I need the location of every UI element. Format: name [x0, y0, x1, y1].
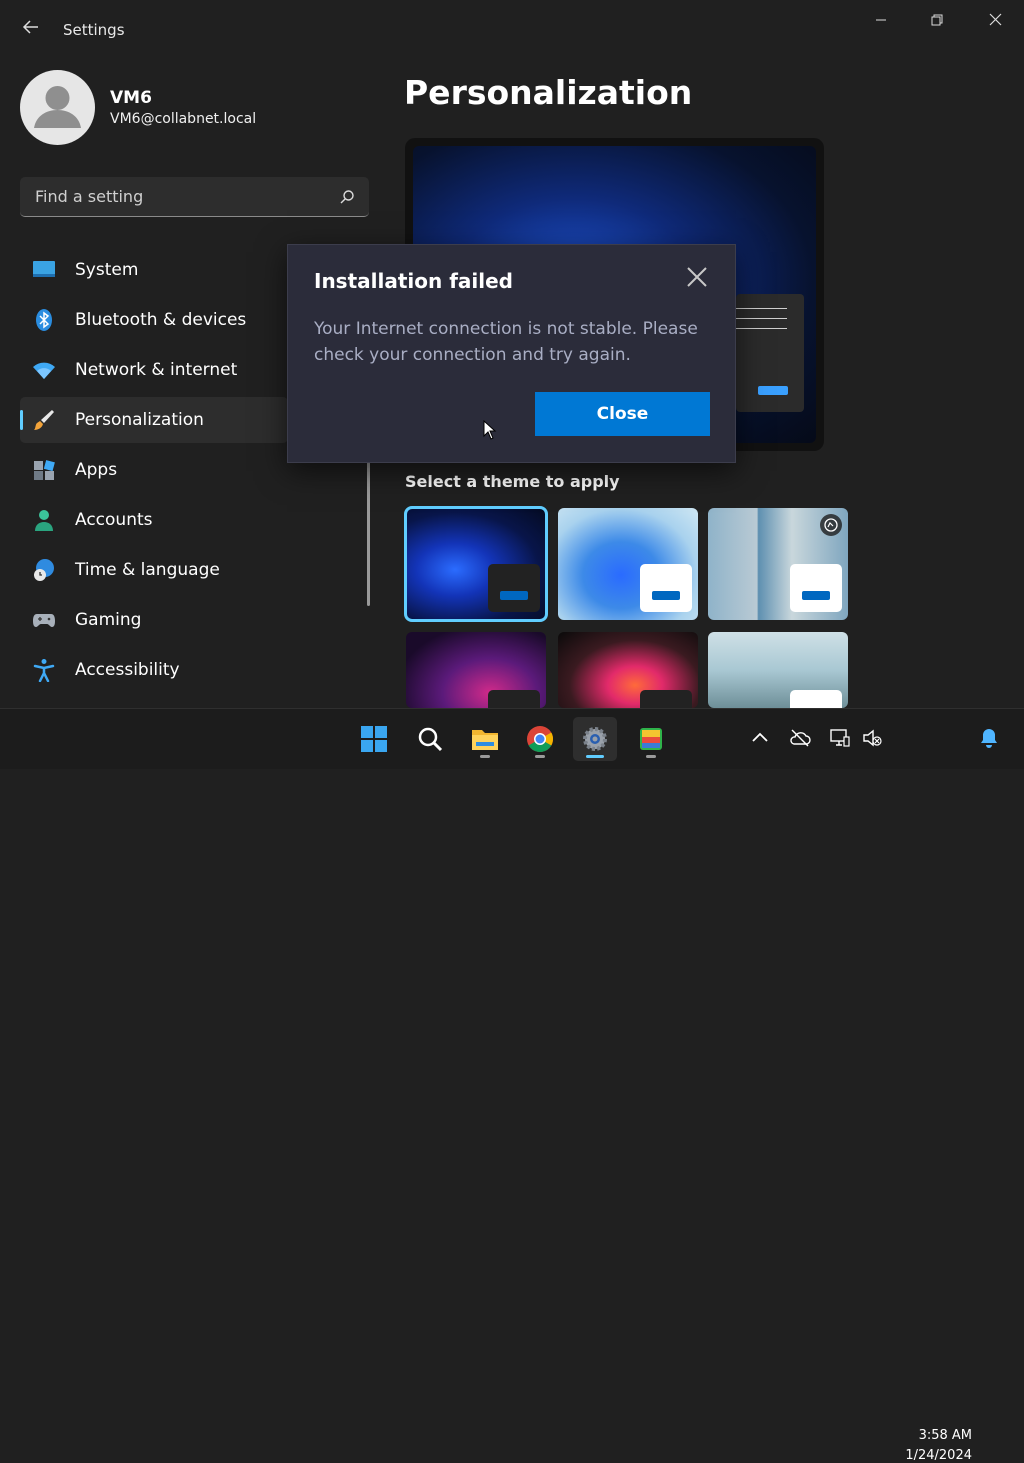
theme-tile[interactable] [406, 632, 546, 708]
volume-muted-icon[interactable] [861, 727, 883, 749]
search-icon [418, 727, 443, 752]
sidebar-item-personalization[interactable]: Personalization [20, 397, 288, 443]
dialog-title: Installation failed [314, 269, 513, 293]
search-box[interactable] [20, 177, 369, 217]
user-avatar-icon [34, 86, 81, 128]
apps-icon [34, 460, 55, 480]
sidebar-item-label: Apps [75, 460, 118, 480]
title-bar: Settings [0, 0, 1024, 60]
wifi-icon [33, 362, 55, 379]
theme-mini-window [640, 564, 692, 612]
sidebar-item-label: Accounts [75, 510, 153, 530]
theme-mini-window [790, 690, 842, 708]
notification-bell-icon[interactable] [978, 727, 1000, 749]
dialog-message: Your Internet connection is not stable. … [314, 319, 698, 365]
globe-clock-icon [34, 559, 54, 581]
theme-tile[interactable] [708, 508, 848, 620]
installation-failed-dialog: Installation failed Your Internet connec… [287, 244, 736, 463]
theme-tile[interactable] [708, 632, 848, 708]
window-title: Settings [63, 21, 125, 39]
theme-accent-bar [500, 591, 528, 600]
page-title: Personalization [404, 73, 693, 112]
close-button[interactable]: Close [535, 392, 710, 436]
bluestacks-icon [640, 728, 662, 750]
paintbrush-icon [34, 410, 54, 430]
minimize-button[interactable] [861, 8, 901, 34]
clock-time[interactable]: 3:58 AM [902, 1428, 972, 1443]
theme-accent-bar [652, 591, 680, 600]
theme-mini-window [790, 564, 842, 612]
bluestacks-button[interactable] [629, 717, 673, 761]
theme-tile[interactable] [558, 632, 698, 708]
running-indicator [535, 755, 545, 758]
themes-heading: Select a theme to apply [405, 472, 620, 491]
sidebar-item-label: Accessibility [75, 660, 180, 680]
folder-icon [472, 730, 498, 750]
taskbar: 3:58 AM 1/24/2024 [0, 708, 1024, 1463]
sidebar-item-label: System [75, 260, 139, 280]
clock-date[interactable]: 1/24/2024 [895, 1448, 972, 1463]
chrome-icon [527, 726, 554, 753]
sidebar-item-accessibility[interactable]: Accessibility [20, 647, 288, 693]
profile-name: VM6 [110, 88, 152, 108]
preview-line [735, 328, 787, 329]
sidebar-item-label: Gaming [75, 610, 142, 630]
theme-accent-bar [802, 591, 830, 600]
cloud-offline-icon[interactable] [789, 727, 811, 749]
sidebar-item-time-language[interactable]: Time & language [20, 547, 288, 593]
chrome-button[interactable] [518, 717, 562, 761]
sidebar-item-label: Time & language [75, 560, 220, 580]
theme-tile[interactable] [558, 508, 698, 620]
running-indicator [480, 755, 490, 758]
chevron-up-icon[interactable] [749, 727, 771, 749]
spotlight-icon [820, 514, 842, 536]
preview-accent-bar [758, 386, 788, 395]
search-button[interactable] [408, 717, 452, 761]
theme-mini-window [488, 564, 540, 612]
bluetooth-icon [36, 309, 52, 331]
preview-line [735, 308, 787, 309]
sidebar-item-label: Bluetooth & devices [75, 310, 247, 330]
search-icon[interactable] [339, 189, 355, 205]
running-indicator [646, 755, 656, 758]
active-indicator [586, 755, 604, 758]
preview-line [735, 318, 787, 319]
restore-button[interactable] [917, 8, 957, 34]
person-icon [35, 510, 53, 531]
back-arrow-icon[interactable] [18, 18, 44, 44]
accessibility-icon [33, 659, 55, 682]
start-button[interactable] [352, 717, 396, 761]
file-explorer-button[interactable] [463, 717, 507, 761]
avatar[interactable] [20, 70, 95, 145]
sidebar-item-label: Network & internet [75, 360, 238, 380]
sidebar-item-gaming[interactable]: Gaming [20, 597, 288, 643]
close-icon [989, 13, 1001, 26]
sidebar-item-network[interactable]: Network & internet [20, 347, 288, 393]
windows-logo-icon [361, 726, 387, 752]
search-input[interactable] [33, 186, 327, 207]
theme-mini-window [488, 690, 540, 708]
settings-button[interactable] [573, 717, 617, 761]
sidebar-scrollbar[interactable] [367, 462, 370, 606]
sidebar-item-label: Personalization [75, 410, 204, 430]
gear-icon [583, 727, 607, 751]
theme-mini-window [640, 690, 692, 708]
restore-icon [931, 14, 943, 26]
network-icon[interactable] [829, 727, 851, 749]
sidebar-item-system[interactable]: System [20, 247, 288, 293]
sidebar-item-accounts[interactable]: Accounts [20, 497, 288, 543]
sidebar-item-bluetooth[interactable]: Bluetooth & devices [20, 297, 288, 343]
gamepad-icon [33, 614, 55, 627]
theme-tile[interactable] [404, 506, 548, 622]
close-window-button[interactable] [975, 8, 1015, 34]
profile-email: VM6@collabnet.local [110, 111, 257, 127]
mouse-cursor-icon [483, 420, 497, 440]
system-monitor-icon [33, 261, 55, 277]
close-icon[interactable] [685, 265, 709, 289]
minimize-icon [876, 19, 886, 21]
sidebar-item-apps[interactable]: Apps [20, 447, 288, 493]
